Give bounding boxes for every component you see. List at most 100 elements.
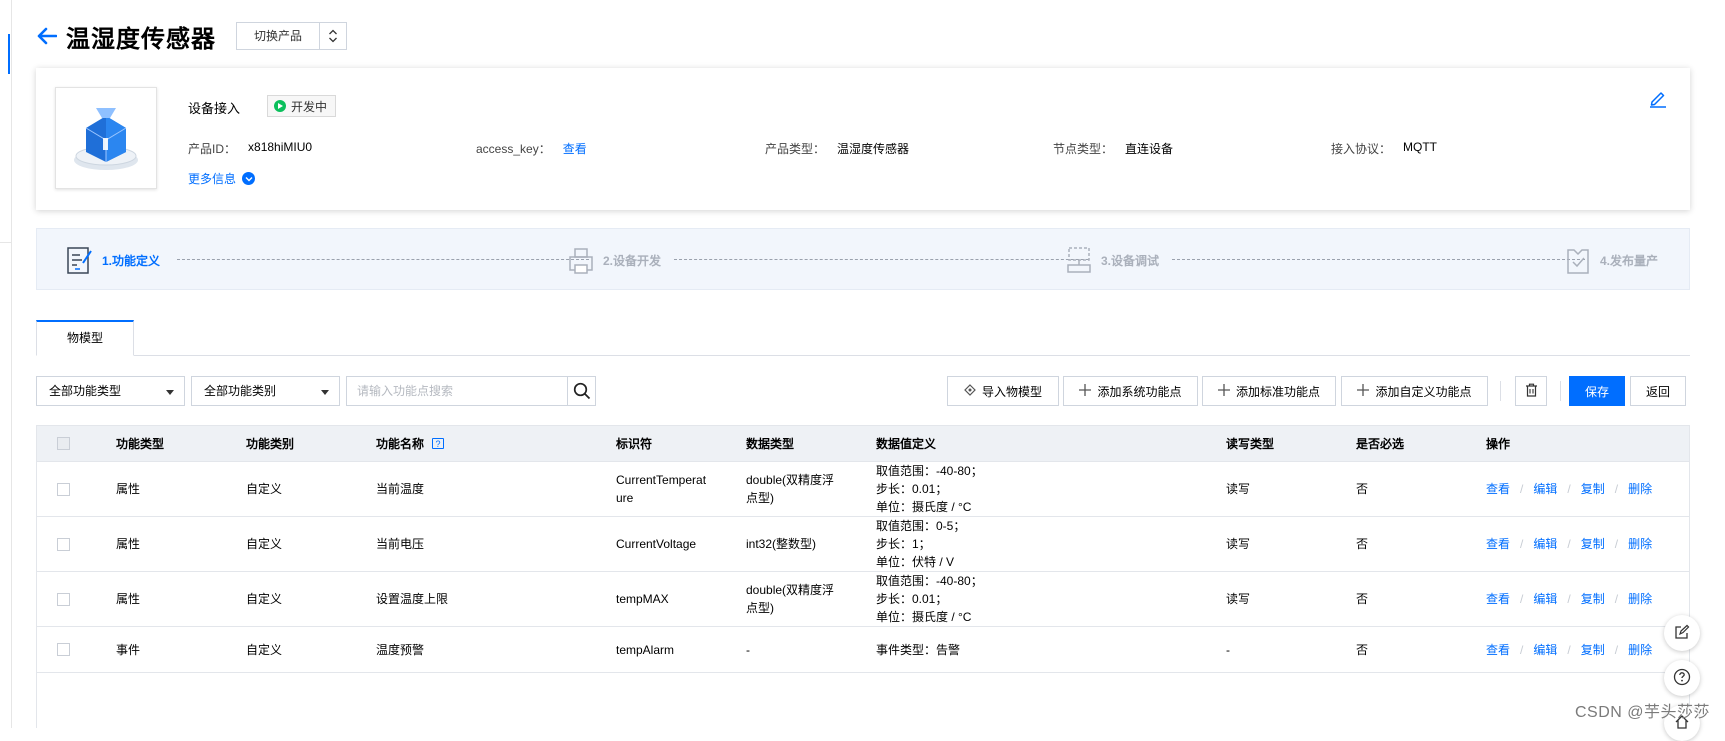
column-header: 功能名称 [376,436,425,451]
function-category-select-value: 全部功能类别 [204,384,277,398]
select-all-checkbox[interactable] [57,437,70,450]
edit-pencil-icon[interactable] [1648,88,1668,108]
search-icon[interactable] [567,377,595,405]
copy-link[interactable]: 复制 [1581,641,1605,659]
table-row: 属性 自定义 当前温度 CurrentTemperat ure double(双精… [37,462,1689,517]
chevron-updown-icon[interactable] [320,23,346,49]
product-info-card: 设备接入 开发中 产品ID： x818hiMIU0 access_key： 查看… [36,68,1690,210]
function-name: 温度预警 [376,642,425,657]
value-definition-cell: 取值范围：-40-80； 步长：0.01； 单位：摄氏度 / °C [876,462,983,516]
import-model-button[interactable]: 导入物模型 [947,376,1059,406]
identifier-continued: ure [616,491,634,505]
data-type-continued: 点型) [746,491,774,505]
tab-thing-model[interactable]: 物模型 [36,320,134,356]
step-label: 3.设备调试 [1101,253,1160,268]
toolbar-divider [1500,381,1501,401]
view-link[interactable]: 查看 [1486,590,1510,608]
debug-icon [1065,245,1093,275]
switch-product-button[interactable]: 切换产品 [237,23,321,49]
function-table: 功能类型 功能类别 功能名称 ? 标识符 数据类型 数据值定义 读写类型 是否必… [36,425,1690,728]
copy-link[interactable]: 复制 [1581,535,1605,553]
copy-link[interactable]: 复制 [1581,480,1605,498]
back-arrow-icon[interactable] [36,25,58,47]
view-link[interactable]: 查看 [1486,480,1510,498]
delete-link[interactable]: 删除 [1628,641,1652,659]
data-type: int32(整数型) [746,537,817,551]
function-category: 自定义 [246,592,283,606]
left-rail-indicator [8,34,10,74]
identifier: CurrentTemperat [616,473,707,487]
back-button[interactable]: 返回 [1630,376,1686,406]
edit-link[interactable]: 编辑 [1533,641,1557,659]
required-flag: 否 [1356,642,1369,657]
step-connector [674,259,1089,260]
protocol-field: 接入协议： MQTT [1331,140,1437,157]
required-flag: 否 [1356,592,1369,606]
more-info-label: 更多信息 [188,172,237,186]
action-separator: / [1520,482,1524,496]
plus-icon [1079,383,1092,399]
row-checkbox[interactable] [57,592,70,606]
add-standard-function-button[interactable]: 添加标准功能点 [1202,376,1336,406]
status-text: 开发中 [291,99,328,114]
help-button[interactable] [1664,660,1700,696]
value-step: 步长：0.01； [876,482,948,496]
node-type-field: 节点类型： 直连设备 [1053,140,1173,157]
function-type-select[interactable]: 全部功能类型 [36,376,185,406]
step-publish[interactable]: 4.发布量产 [1564,245,1658,275]
delete-link[interactable]: 删除 [1628,480,1652,498]
data-type-cell: double(双精度浮 点型) [746,572,834,626]
row-actions: 查看 / 编辑 / 复制 / 删除 [1486,517,1652,571]
row-checkbox[interactable] [57,643,70,656]
view-link[interactable]: 查看 [1486,641,1510,659]
row-select-cell [57,572,70,626]
function-category: 自定义 [246,537,283,551]
row-checkbox[interactable] [57,537,70,551]
identifier: tempAlarm [616,642,675,657]
data-type: double(双精度浮 [746,473,835,487]
search-input[interactable] [347,377,567,405]
product-image [55,87,157,189]
step-connector [1172,259,1585,260]
save-button[interactable]: 保存 [1569,376,1625,406]
view-link[interactable]: 查看 [1486,535,1510,553]
watermark: CSDN @芋头莎莎 [1575,704,1711,721]
node-type-label: 节点类型： [1053,142,1114,156]
data-type-continued: 点型) [746,601,774,615]
copy-link[interactable]: 复制 [1581,590,1605,608]
edit-link[interactable]: 编辑 [1533,480,1557,498]
row-actions: 查看 / 编辑 / 复制 / 删除 [1486,462,1652,516]
row-actions: 查看 / 编辑 / 复制 / 删除 [1486,572,1652,626]
help-icon[interactable]: ? [432,438,445,449]
function-category-select[interactable]: 全部功能类别 [191,376,340,406]
read-write-type: - [1226,642,1230,657]
delete-button[interactable] [1515,376,1547,406]
value-definition-cell: 取值范围：-40-80； 步长：0.01； 单位：摄氏度 / °C [876,572,983,626]
row-checkbox[interactable] [57,482,70,496]
edit-link[interactable]: 编辑 [1533,535,1557,553]
question-circle-icon [1673,668,1691,689]
play-status-icon [274,100,286,112]
value-range: 取值范围：-40-80； [876,574,983,588]
required-flag: 否 [1356,537,1369,551]
switch-product-control: 切换产品 [236,22,348,50]
table-row: 属性 自定义 当前电压 CurrentVoltage int32(整数型) 取值… [37,517,1689,572]
tab-bar: 物模型 [36,320,1690,356]
step-device-debugging[interactable]: 3.设备调试 [1065,245,1159,275]
step-device-development[interactable]: 2.设备开发 [567,245,661,275]
step-function-definition[interactable]: 1.功能定义 [66,245,160,275]
progress-steps: 1.功能定义 2.设备开发 3.设备调试 4.发布量产 [36,228,1690,290]
edit-link[interactable]: 编辑 [1533,590,1557,608]
delete-link[interactable]: 删除 [1628,535,1652,553]
column-header: 数据值定义 [876,436,937,451]
access-key-view-link[interactable]: 查看 [563,140,587,157]
feedback-edit-button[interactable] [1664,615,1700,651]
add-custom-function-button[interactable]: 添加自定义功能点 [1341,376,1488,406]
value-definition-cell: 取值范围：0-5； 步长：1； 单位：伏特 / V [876,517,965,571]
value-unit: 单位：摄氏度 / °C [876,500,972,514]
add-system-function-button[interactable]: 添加系统功能点 [1063,376,1198,406]
function-name: 当前电压 [376,537,425,551]
delete-link[interactable]: 删除 [1628,590,1652,608]
more-info-link[interactable]: 更多信息 [188,170,256,187]
access-key-label: access_key： [476,142,551,156]
